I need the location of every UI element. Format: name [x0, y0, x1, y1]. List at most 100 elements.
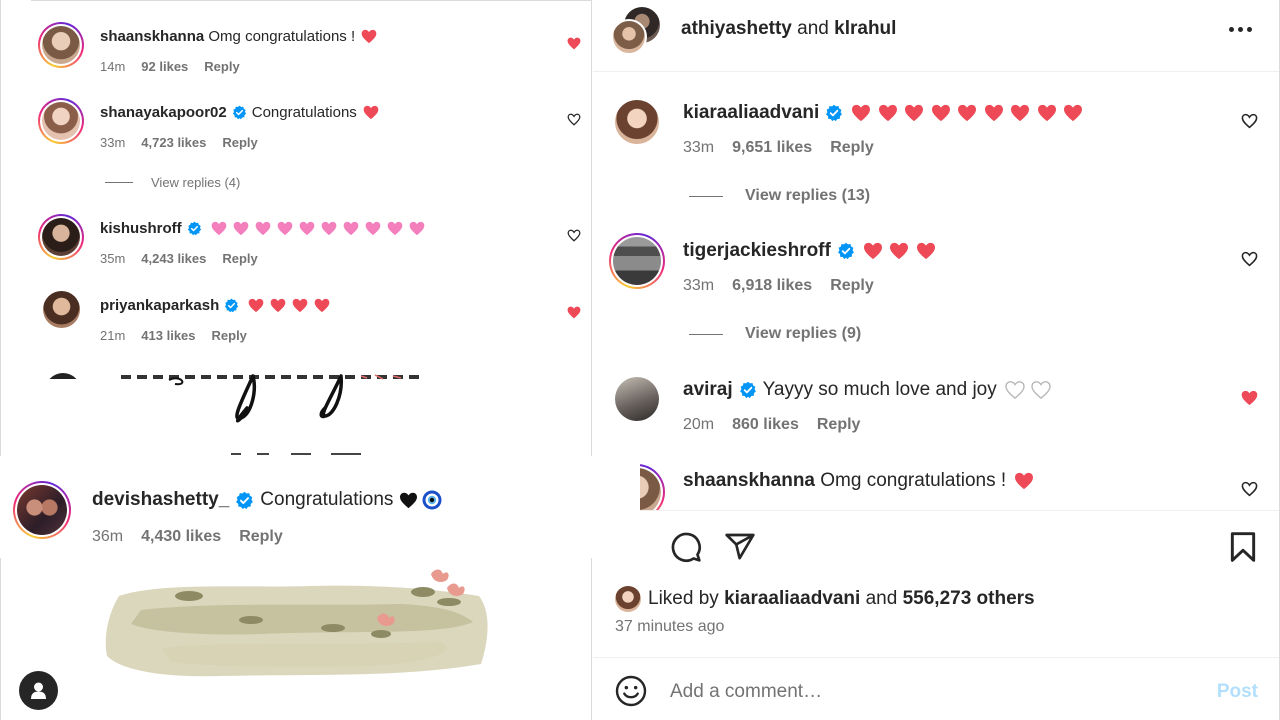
comment-meta: 35m 4,243 likes Reply [100, 251, 258, 266]
comment-likes[interactable]: 92 likes [141, 59, 188, 74]
heart-outline-icon [567, 229, 581, 242]
comment-line: kishushroff [100, 220, 431, 237]
comment-row: kishushroff 35m 4,243 likes Reply [1, 214, 591, 274]
divider [689, 195, 723, 197]
view-replies-button[interactable]: View replies (9) [689, 325, 861, 343]
comment-line: devishashetty_ Congratulations [92, 489, 446, 511]
comment-username[interactable]: aviraj [683, 379, 733, 401]
profile-button[interactable] [19, 671, 58, 710]
avatar[interactable] [13, 481, 71, 539]
black-heart-icon [399, 492, 418, 509]
comment-text: Congratulations [260, 489, 394, 510]
comment-time[interactable]: 36m [92, 528, 123, 546]
comment-username[interactable]: shanayakapoor02 [100, 104, 227, 121]
view-replies-button[interactable]: View replies (13) [689, 187, 870, 205]
comment-username[interactable]: shaanskhanna [683, 470, 815, 492]
comment-icon[interactable] [670, 531, 702, 563]
share-icon[interactable] [724, 531, 756, 563]
view-replies-button[interactable]: View replies (4) [105, 175, 240, 190]
comment-likes[interactable]: 860 likes [732, 416, 799, 434]
comment-likes[interactable]: 413 likes [141, 328, 195, 343]
pink-heart-icon [277, 221, 293, 236]
comment-time[interactable]: 35m [100, 251, 125, 266]
comment-likes[interactable]: 6,918 likes [732, 277, 812, 295]
white-hearts [1005, 381, 1057, 399]
red-heart-icon [248, 298, 264, 313]
heart-filled-icon [1241, 390, 1258, 406]
comment-time[interactable]: 33m [683, 139, 714, 157]
pink-heart-icon [299, 221, 315, 236]
red-heart-icon [1011, 104, 1030, 122]
like-comment-button[interactable] [1241, 481, 1258, 497]
comment-username[interactable]: kiaraaliaadvani [683, 102, 819, 124]
avatar[interactable] [38, 214, 84, 260]
verified-badge-icon [235, 491, 254, 510]
red-heart-icon [361, 29, 377, 44]
heart-filled-icon [567, 306, 581, 319]
avatar[interactable] [615, 586, 641, 612]
emoji-icon[interactable] [615, 675, 647, 707]
red-heart-icon [905, 104, 924, 122]
post-button[interactable]: Post [1217, 681, 1258, 703]
comment-time[interactable]: 33m [683, 277, 714, 295]
avatar[interactable] [609, 233, 665, 289]
comment-likes[interactable]: 4,243 likes [141, 251, 206, 266]
avatar[interactable] [615, 377, 659, 421]
liked-by-connector: and [865, 588, 898, 609]
comment-time[interactable]: 21m [100, 328, 125, 343]
comment-likes[interactable]: 4,430 likes [141, 528, 221, 546]
like-comment-button[interactable] [567, 229, 581, 242]
reply-button[interactable]: Reply [212, 328, 247, 343]
comment-time[interactable]: 33m [100, 135, 125, 150]
comment-meta: 33m 4,723 likes Reply [100, 135, 258, 150]
reply-button[interactable]: Reply [222, 251, 257, 266]
post-timestamp[interactable]: 37 minutes ago [615, 618, 724, 636]
comment-line: kiaraaliaadvani [683, 102, 1090, 124]
reply-button[interactable]: Reply [830, 277, 874, 295]
red-heart-icon [984, 104, 1003, 122]
reply-button[interactable]: Reply [830, 139, 874, 157]
comment-input[interactable]: Add a comment… [670, 681, 822, 703]
white-heart-icon [1005, 381, 1025, 399]
comment-meta: 33m 9,651 likes Reply [683, 139, 874, 157]
more-options-icon[interactable] [1229, 27, 1252, 32]
like-comment-button[interactable] [567, 37, 581, 50]
liked-by-line: Liked by kiaraaliaadvani and 556,273 oth… [648, 588, 1035, 610]
header-username-2[interactable]: klrahul [834, 18, 896, 39]
nazar-amulet-icon [422, 490, 442, 510]
reply-button[interactable]: Reply [817, 416, 861, 434]
post-header: athiyashetty and klrahul [593, 0, 1279, 72]
liked-by-user[interactable]: kiaraaliaadvani [724, 588, 860, 609]
avatar[interactable] [38, 22, 84, 68]
comment-time[interactable]: 14m [100, 59, 125, 74]
avatar[interactable] [611, 19, 647, 55]
like-comment-button[interactable] [567, 113, 581, 126]
avatar[interactable] [38, 98, 84, 144]
save-icon[interactable] [1229, 531, 1257, 563]
comment-username[interactable]: priyankaparkash [100, 297, 219, 314]
comment-line: priyankaparkash [100, 297, 336, 314]
avatar[interactable] [43, 291, 80, 328]
heart-outline-icon [1241, 481, 1258, 497]
comment-likes[interactable]: 9,651 likes [732, 139, 812, 157]
comment-time[interactable]: 20m [683, 416, 714, 434]
comment-line: shanayakapoor02 Congratulations [100, 104, 383, 121]
header-username-1[interactable]: athiyashetty [681, 18, 792, 39]
comment-meta: 14m 92 likes Reply [100, 59, 240, 74]
like-comment-button[interactable] [1241, 390, 1258, 406]
comment-text: Omg congratulations ! [208, 28, 356, 45]
liked-by-others[interactable]: 556,273 others [903, 588, 1035, 609]
like-comment-button[interactable] [1241, 113, 1258, 129]
comment-username[interactable]: devishashetty_ [92, 489, 229, 511]
red-heart-icon [878, 104, 897, 122]
like-comment-button[interactable] [567, 306, 581, 319]
comment-likes[interactable]: 4,723 likes [141, 135, 206, 150]
avatar[interactable] [615, 100, 659, 144]
reply-button[interactable]: Reply [204, 59, 239, 74]
comment-username[interactable]: shaanskhanna [100, 28, 204, 45]
comment-username[interactable]: tigerjackieshroff [683, 240, 831, 262]
reply-button[interactable]: Reply [239, 528, 283, 546]
comment-username[interactable]: kishushroff [100, 220, 182, 237]
reply-button[interactable]: Reply [222, 135, 257, 150]
like-comment-button[interactable] [1241, 251, 1258, 267]
